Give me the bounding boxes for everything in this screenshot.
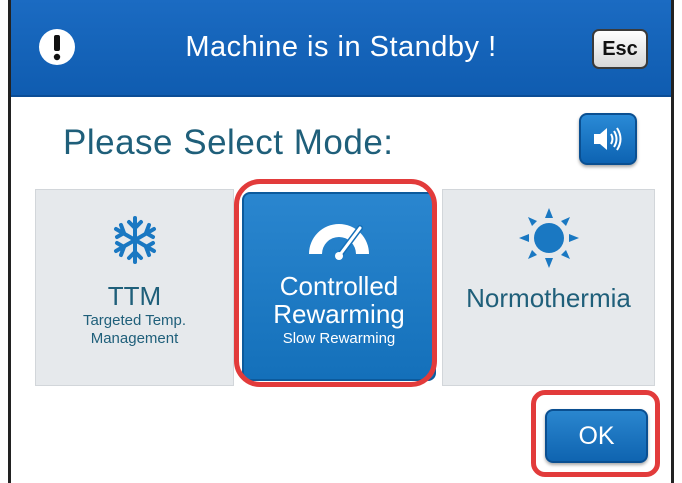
sun-icon [443, 206, 654, 270]
mode-normothermia-label: Normothermia [466, 283, 631, 313]
page-title: Please Select Mode: [63, 123, 394, 162]
snowflake-icon [36, 214, 233, 266]
speaker-icon [594, 127, 622, 151]
mode-controlled-rewarming-button[interactable]: Controlled Rewarming Slow Rewarming [242, 192, 436, 381]
app-window: Machine is in Standby ! Esc Please Selec… [0, 0, 682, 483]
mode-normothermia-button[interactable]: Normothermia [442, 189, 655, 386]
window-border-right [671, 0, 674, 483]
gauge-icon [244, 216, 434, 268]
sound-button[interactable] [579, 113, 637, 165]
header-title: Machine is in Standby ! [185, 31, 497, 63]
mode-cr-label-line2: Rewarming [273, 299, 405, 329]
mode-ttm-button[interactable]: TTM Targeted Temp. Management [35, 189, 234, 386]
mode-cr-sub: Slow Rewarming [282, 330, 396, 347]
mode-cr-label-line1: Controlled [279, 271, 399, 301]
mode-ttm-sub-line1: Targeted Temp. [82, 312, 187, 329]
esc-button[interactable]: Esc [592, 29, 648, 69]
mode-ttm-sub-line2: Management [90, 330, 179, 347]
header-bar: Machine is in Standby ! Esc [11, 0, 671, 97]
mode-ttm-label: TTM [107, 281, 162, 311]
ok-button[interactable]: OK [545, 409, 648, 463]
